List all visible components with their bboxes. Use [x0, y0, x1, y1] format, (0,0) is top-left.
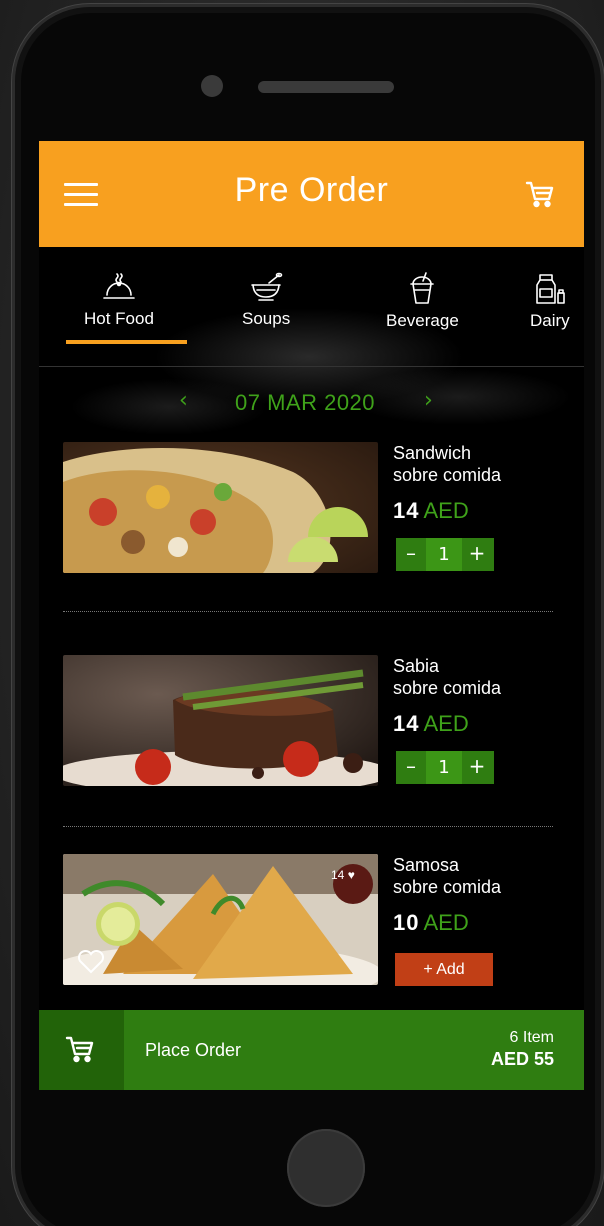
item-subtitle: sobre comida: [393, 678, 502, 698]
item-subtitle: sobre comida: [393, 465, 502, 485]
soup-bowl-icon: [242, 271, 290, 303]
price-currency: AED: [423, 498, 469, 523]
tab-dairy[interactable]: Dairy: [530, 271, 570, 331]
cart-icon[interactable]: [525, 179, 555, 209]
place-order-label: Place Order: [145, 1040, 242, 1060]
order-total: AED 55: [490, 1049, 554, 1069]
heart-small-icon: ♥: [347, 868, 355, 882]
page-title: Pre Order: [234, 171, 389, 209]
app-header: Pre Order: [39, 141, 584, 247]
food-image-sabia: [63, 655, 378, 786]
quantity-stepper: – 1 +: [396, 751, 494, 784]
item-price: 14 AED: [393, 498, 469, 524]
decrease-button[interactable]: –: [396, 538, 426, 571]
add-to-order-button[interactable]: + Add: [395, 953, 493, 986]
food-image-samosa: 14 ♥: [63, 854, 378, 985]
price-value: 10: [393, 910, 420, 935]
place-order-bar[interactable]: Place Order 6 Item AED 55: [39, 1010, 584, 1090]
date-prev-button[interactable]: ‹: [179, 388, 188, 413]
earpiece-speaker: [258, 81, 394, 93]
decrease-button[interactable]: –: [396, 751, 426, 784]
tab-label-dairy: Dairy: [530, 311, 570, 330]
item-subtitle: sobre comida: [393, 877, 502, 897]
front-camera: [201, 75, 223, 97]
tabs-divider: [39, 366, 584, 367]
food-image-sandwich: [63, 442, 378, 573]
quantity-value: 1: [426, 751, 462, 784]
price-currency: AED: [423, 711, 469, 736]
tab-label-beverage: Beverage: [386, 311, 459, 330]
item-price: 14 AED: [393, 711, 469, 737]
item-name: Samosa: [393, 855, 460, 875]
tab-label-hot-food: Hot Food: [84, 309, 154, 328]
price-value: 14: [393, 711, 420, 736]
tab-label-soups: Soups: [242, 309, 291, 328]
price-currency: AED: [423, 910, 469, 935]
favorite-heart-icon[interactable]: [77, 949, 105, 978]
date-next-button[interactable]: ›: [424, 388, 433, 413]
likes-badge: 14 ♥: [331, 868, 355, 882]
increase-button[interactable]: +: [462, 538, 492, 571]
quantity-stepper: – 1 +: [396, 538, 494, 571]
tab-soups[interactable]: Soups: [242, 271, 290, 329]
category-tabs: Hot Food Soups Beverage Dairy: [39, 261, 584, 351]
date-selector: ‹ 07 MAR 2020 ›: [39, 388, 584, 420]
increase-button[interactable]: +: [462, 751, 492, 784]
tab-beverage[interactable]: Beverage: [386, 271, 459, 331]
item-price: 10 AED: [393, 910, 469, 936]
order-item-count: 6 Item: [509, 1029, 554, 1046]
list-item[interactable]: 14 ♥ Samosa sobre comida 10 AED + Add: [63, 854, 563, 986]
quantity-value: 1: [426, 538, 462, 571]
app-screen: Pre Order Hot Food Soups Beverage Dairy …: [39, 141, 584, 1090]
active-tab-indicator: [66, 340, 187, 344]
price-value: 14: [393, 498, 420, 523]
milk-carton-icon: [530, 271, 570, 305]
likes-count: 14: [331, 868, 345, 882]
date-label: 07 MAR 2020: [235, 390, 376, 415]
item-name: Sabia: [393, 656, 440, 676]
item-name: Sandwich: [393, 443, 472, 463]
tab-hot-food[interactable]: Hot Food: [84, 271, 154, 329]
item-divider: [63, 611, 553, 612]
cloche-icon: [84, 271, 154, 303]
list-item[interactable]: Sandwich sobre comida 14 AED – 1 +: [63, 442, 563, 574]
home-button[interactable]: [287, 1129, 365, 1207]
cart-icon: [65, 1034, 95, 1068]
list-item[interactable]: Sabia sobre comida 14 AED – 1 +: [63, 655, 563, 787]
order-cart-box: [39, 1010, 124, 1090]
item-divider: [63, 826, 553, 827]
drink-cup-icon: [386, 271, 459, 305]
